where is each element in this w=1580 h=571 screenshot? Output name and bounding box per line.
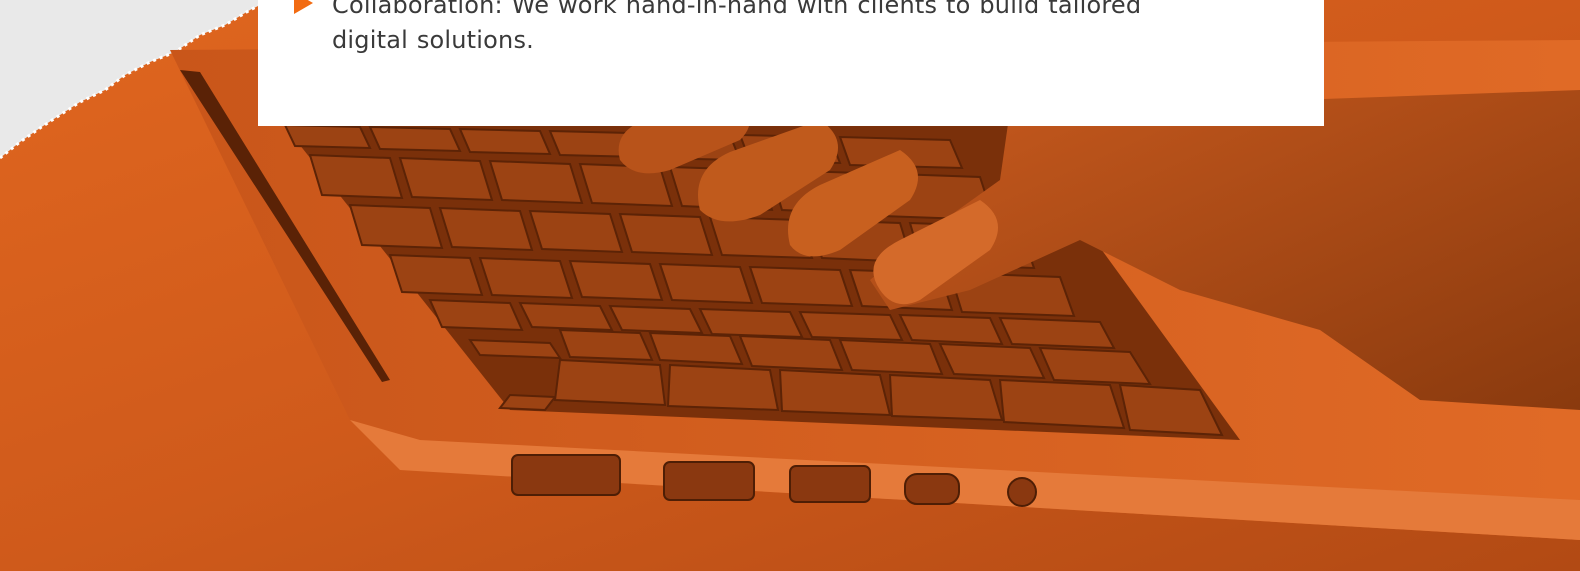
feature-bullet: Collaboration: We work hand-in-hand with… [294,0,1232,58]
bullet-line-2: digital solutions. [332,26,534,54]
triangle-right-icon [294,0,313,14]
feature-card: Collaboration: We work hand-in-hand with… [258,0,1324,126]
hero-section: Collaboration: We work hand-in-hand with… [0,0,1580,571]
feature-bullet-text: Collaboration: We work hand-in-hand with… [332,0,1141,58]
bullet-line-1: Collaboration: We work hand-in-hand with… [332,0,1142,19]
